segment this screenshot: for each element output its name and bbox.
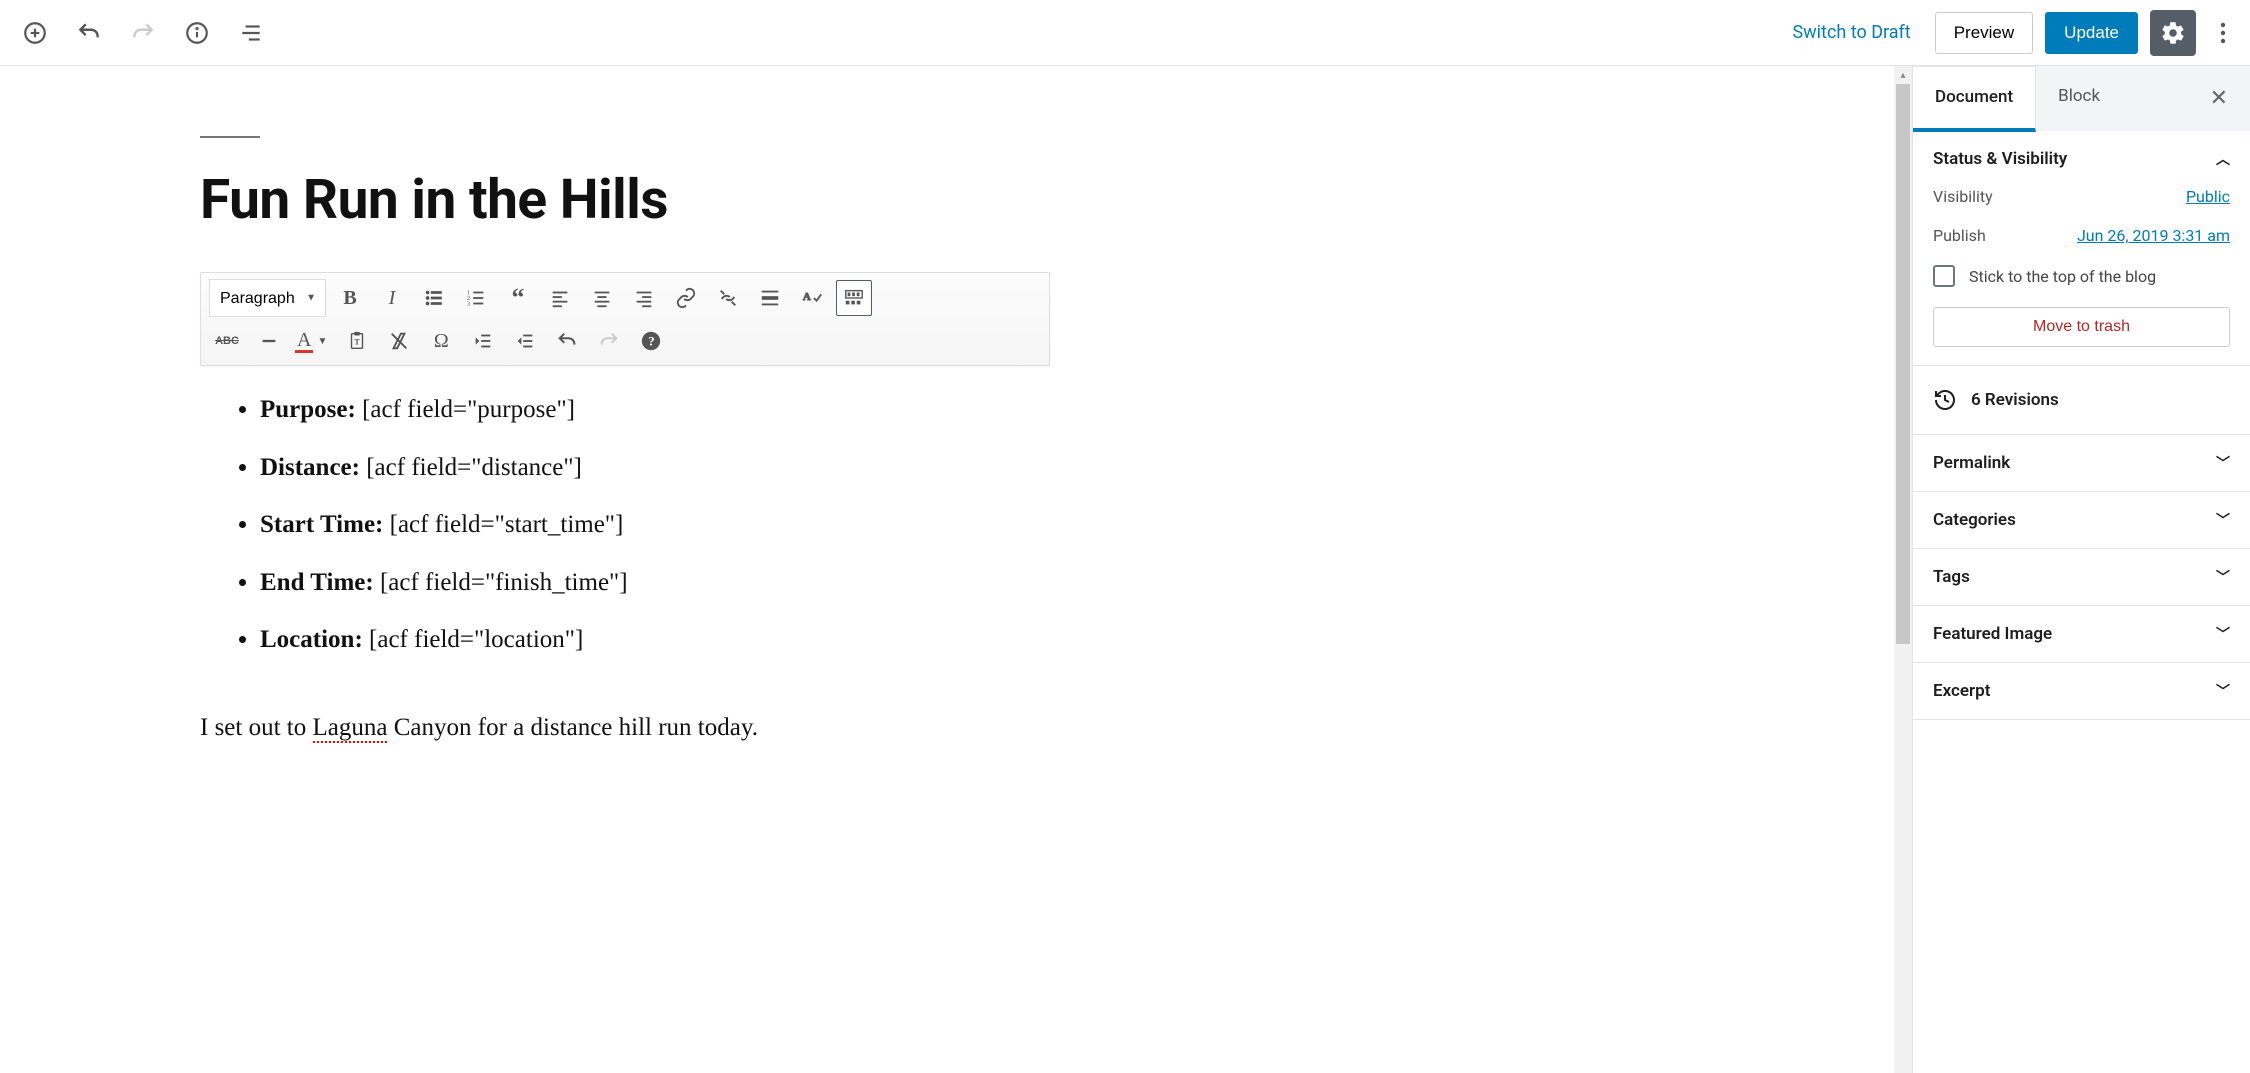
special-char-button[interactable]: Ω (423, 323, 459, 359)
panel-tags: Tags ﹀ (1913, 549, 2250, 606)
visibility-row: Visibility Public (1933, 187, 2230, 206)
svg-text:3: 3 (467, 300, 470, 307)
visibility-link[interactable]: Public (2186, 187, 2230, 206)
move-to-trash-button[interactable]: Move to trash (1933, 307, 2230, 347)
undo-button[interactable] (66, 10, 112, 56)
history-icon (1933, 388, 1957, 412)
stick-checkbox[interactable] (1933, 265, 1955, 287)
list-item: Start Time: [acf field="start_time"] (260, 501, 1020, 549)
outdent-button[interactable] (465, 323, 501, 359)
svg-text:T: T (355, 338, 361, 347)
sidebar-tabs: Document Block ✕ (1913, 66, 2250, 131)
numbered-list-button[interactable]: 123 (458, 280, 494, 316)
chevron-down-icon: ﹀ (2216, 681, 2230, 701)
post-content[interactable]: Purpose: [acf field="purpose"] Distance:… (200, 386, 1020, 751)
help-button[interactable]: ? (633, 323, 669, 359)
preview-button[interactable]: Preview (1935, 12, 2033, 54)
chevron-down-icon: ﹀ (2216, 567, 2230, 587)
top-toolbar: Switch to Draft Preview Update (0, 0, 2250, 66)
format-select[interactable]: Paragraph (209, 279, 326, 317)
update-button[interactable]: Update (2045, 12, 2138, 54)
toolbar-right: Switch to Draft Preview Update (1780, 10, 2238, 56)
switch-to-draft-button[interactable]: Switch to Draft (1780, 14, 1922, 51)
acf-list: Purpose: [acf field="purpose"] Distance:… (200, 386, 1020, 664)
more-menu-button[interactable] (2208, 10, 2238, 56)
title-rule (200, 136, 260, 138)
editor-area: Fun Run in the Hills Paragraph B I 123 “ (0, 66, 1894, 1073)
chevron-up-icon: ︿ (2216, 149, 2230, 169)
panel-status-visibility: Status & Visibility ︿ Visibility Public … (1913, 131, 2250, 366)
text-color-button[interactable]: A▼ (293, 323, 333, 359)
publish-date-link[interactable]: Jun 26, 2019 3:31 am (2077, 226, 2230, 245)
redo-button (120, 10, 166, 56)
toolbar-left (12, 10, 274, 56)
panel-featured-image: Featured Image ﹀ (1913, 606, 2250, 663)
paste-text-button[interactable]: T (339, 323, 375, 359)
bullet-list-button[interactable] (416, 280, 452, 316)
tab-block[interactable]: Block (2036, 66, 2122, 131)
spell-error: Laguna (313, 714, 388, 743)
panel-excerpt: Excerpt ﹀ (1913, 663, 2250, 720)
list-item: End Time: [acf field="finish_time"] (260, 559, 1020, 607)
svg-text:A: A (803, 291, 811, 303)
main-layout: Fun Run in the Hills Paragraph B I 123 “ (0, 66, 2250, 1073)
settings-sidebar: Document Block ✕ Status & Visibility ︿ V… (1912, 66, 2250, 1073)
spellcheck-button[interactable]: A (794, 280, 830, 316)
unlink-button[interactable] (710, 280, 746, 316)
chevron-down-icon: ﹀ (2216, 453, 2230, 473)
post-title[interactable]: Fun Run in the Hills (200, 168, 1854, 232)
settings-button[interactable] (2150, 10, 2196, 56)
body-paragraph: I set out to Laguna Canyon for a distanc… (200, 704, 1020, 752)
blockquote-button[interactable]: “ (500, 280, 536, 316)
add-block-button[interactable] (12, 10, 58, 56)
italic-button[interactable]: I (374, 280, 410, 316)
align-right-button[interactable] (626, 280, 662, 316)
panel-permalink: Permalink ﹀ (1913, 435, 2250, 492)
indent-button[interactable] (507, 323, 543, 359)
list-item: Distance: [acf field="distance"] (260, 444, 1020, 492)
align-center-button[interactable] (584, 280, 620, 316)
clear-formatting-button[interactable] (381, 323, 417, 359)
horizontal-rule-button[interactable] (251, 323, 287, 359)
panel-status-head[interactable]: Status & Visibility ︿ (1913, 131, 2250, 187)
panel-categories: Categories ﹀ (1913, 492, 2250, 549)
chevron-down-icon: ﹀ (2216, 510, 2230, 530)
title-block: Fun Run in the Hills (200, 136, 1854, 232)
publish-row: Publish Jun 26, 2019 3:31 am (1933, 226, 2230, 245)
close-sidebar-button[interactable]: ✕ (2188, 66, 2250, 131)
list-item: Purpose: [acf field="purpose"] (260, 386, 1020, 434)
strikethrough-button[interactable]: ABC (209, 323, 245, 359)
info-button[interactable] (174, 10, 220, 56)
tab-document[interactable]: Document (1913, 66, 2036, 132)
link-button[interactable] (668, 280, 704, 316)
bold-button[interactable]: B (332, 280, 368, 316)
svg-text:?: ? (649, 335, 655, 349)
stick-row: Stick to the top of the blog (1933, 265, 2230, 287)
toolbar-toggle-button[interactable] (836, 280, 872, 316)
editor-scrollbar[interactable]: ▴ (1894, 66, 1912, 1073)
chevron-down-icon: ﹀ (2216, 624, 2230, 644)
outline-button[interactable] (228, 10, 274, 56)
panel-revisions[interactable]: 6 Revisions (1913, 366, 2250, 435)
undo2-button[interactable] (549, 323, 585, 359)
classic-editor-toolbar: Paragraph B I 123 “ A ABC (200, 272, 1050, 366)
align-left-button[interactable] (542, 280, 578, 316)
insert-more-button[interactable] (752, 280, 788, 316)
redo2-button (591, 323, 627, 359)
list-item: Location: [acf field="location"] (260, 616, 1020, 664)
